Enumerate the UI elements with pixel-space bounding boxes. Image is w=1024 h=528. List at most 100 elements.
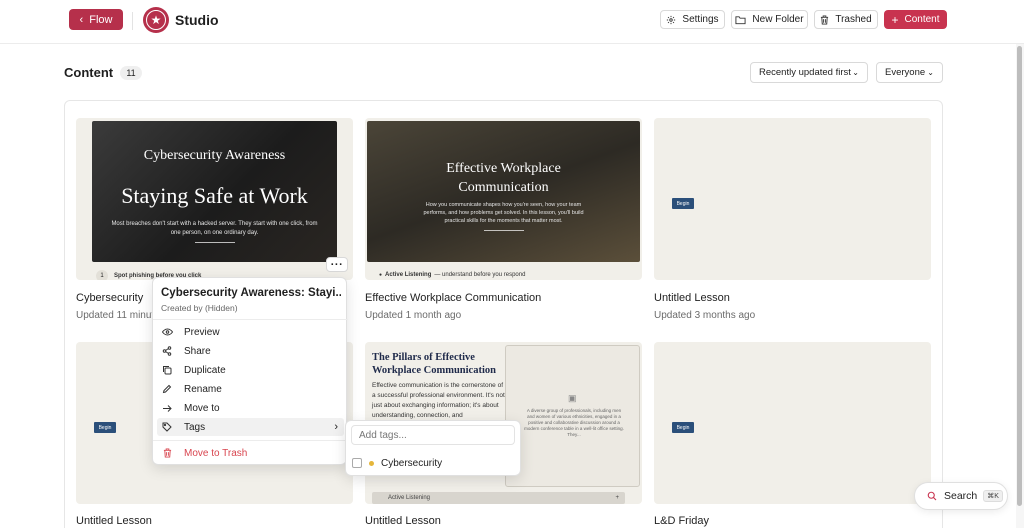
- menu-item-label: Tags: [184, 421, 206, 433]
- menu-item-tags[interactable]: Tags ›: [157, 418, 344, 436]
- slide-body: Most breaches don't start with a hacked …: [111, 221, 318, 236]
- studio-logo: ★: [143, 7, 169, 33]
- card-title[interactable]: Untitled Lesson: [365, 515, 642, 527]
- content-button-label: Content: [904, 14, 940, 25]
- image-icon: ▣: [568, 393, 577, 403]
- card-title[interactable]: L&D Friday: [654, 515, 931, 527]
- copy-icon: [160, 365, 174, 375]
- begin-button: Begin: [672, 422, 694, 433]
- card-context-menu: Cybersecurity Awareness: Stayi... Create…: [152, 277, 348, 465]
- doc-footer-bar: Active Listening +: [372, 492, 625, 504]
- tag-option-cybersecurity[interactable]: Cybersecurity: [352, 454, 516, 472]
- sort-dropdown[interactable]: Recently updated first ⌄: [750, 62, 868, 83]
- bullet-dot-icon: ●: [379, 272, 383, 278]
- slide-headline: Staying Safe at Work: [121, 183, 308, 208]
- card-updated: Updated 11 minut: [76, 310, 152, 321]
- card-title[interactable]: Untitled Lesson: [654, 292, 931, 304]
- chevron-down-icon: ⌄: [927, 68, 934, 77]
- new-folder-label: New Folder: [752, 14, 804, 25]
- content-card-thumbnail[interactable]: Effective Workplace Communication How yo…: [365, 118, 642, 280]
- context-menu-title: Cybersecurity Awareness: Stayi...: [161, 287, 341, 299]
- step-number: 1: [96, 270, 108, 280]
- slide-divider: [484, 230, 524, 231]
- footer-label: Active Listening: [388, 495, 431, 501]
- menu-item-duplicate[interactable]: Duplicate: [157, 361, 344, 379]
- card-title[interactable]: Cybersecurity: [76, 292, 152, 304]
- add-content-button[interactable]: + Content: [884, 10, 947, 29]
- card-title[interactable]: Effective Workplace Communication: [365, 292, 642, 304]
- gear-icon: [667, 15, 676, 24]
- slide-divider: [195, 242, 235, 243]
- slide-title: Cybersecurity Awareness: [143, 148, 286, 163]
- eye-icon: [160, 328, 174, 336]
- slide-title: Effective Workplace Communication: [446, 161, 561, 195]
- begin-button: Begin: [672, 198, 694, 209]
- new-folder-button[interactable]: New Folder: [731, 10, 808, 29]
- settings-label: Settings: [682, 14, 719, 25]
- content-card-thumbnail[interactable]: Begin: [654, 342, 931, 504]
- image-caption: A diverse group of professionals, includ…: [524, 408, 624, 437]
- brand-title: Studio: [175, 12, 219, 28]
- menu-item-label: Rename: [184, 383, 222, 395]
- menu-item-preview[interactable]: Preview: [157, 323, 344, 341]
- chevron-left-icon: ‹: [79, 13, 84, 26]
- page-title: Content: [64, 65, 114, 80]
- search-shortcut: ⌘K: [983, 490, 1003, 502]
- content-count-badge: 11: [120, 66, 142, 80]
- trashed-label: Trashed: [835, 14, 872, 25]
- slide-body: How you communicate shapes how you're se…: [423, 202, 584, 224]
- card-updated: Updated 1 month ago: [365, 310, 462, 321]
- chevron-down-icon: ⌄: [852, 68, 859, 77]
- folder-icon: [735, 15, 746, 24]
- menu-item-label: Move to Trash: [184, 447, 248, 459]
- slide-footer: ● Active Listening — understand before y…: [379, 272, 525, 278]
- begin-button: Begin: [94, 422, 116, 433]
- menu-item-label: Duplicate: [184, 364, 226, 376]
- card-title[interactable]: Untitled Lesson: [76, 515, 353, 527]
- sort-dropdown-label: Recently updated first: [759, 67, 851, 78]
- scrollbar-thumb[interactable]: [1017, 46, 1022, 506]
- menu-item-label: Preview: [184, 326, 220, 338]
- menu-item-move-to-trash[interactable]: Move to Trash: [157, 444, 344, 462]
- content-card-thumbnail[interactable]: Begin: [654, 118, 931, 280]
- settings-button[interactable]: Settings: [660, 10, 725, 29]
- menu-item-rename[interactable]: Rename: [157, 380, 344, 398]
- menu-divider: [153, 440, 348, 441]
- star-icon: ★: [146, 10, 166, 30]
- search-icon: [927, 491, 937, 501]
- card-more-options-button[interactable]: ···: [326, 257, 348, 272]
- menu-item-label: Share: [184, 345, 211, 357]
- slide-preview: Effective Workplace Communication How yo…: [367, 121, 640, 262]
- tag-icon: [160, 422, 174, 432]
- share-icon: [160, 346, 174, 356]
- doc-body: Effective communication is the cornersto…: [372, 382, 505, 419]
- footer-text: — understand before you respond: [434, 272, 526, 278]
- content-card-thumbnail[interactable]: Cybersecurity Awareness Staying Safe at …: [76, 118, 353, 280]
- owner-filter-label: Everyone: [885, 67, 926, 78]
- card-updated: Updated 3 months ago: [654, 310, 756, 321]
- more-horizontal-icon: ···: [330, 258, 344, 271]
- search-button[interactable]: Search ⌘K: [914, 482, 1008, 510]
- page-scrollbar[interactable]: [1016, 44, 1024, 528]
- plus-icon: +: [615, 495, 619, 501]
- menu-item-share[interactable]: Share: [157, 342, 344, 360]
- footer-label: Active Listening: [385, 272, 432, 278]
- flow-back-button[interactable]: ‹ Flow: [69, 9, 123, 30]
- tag-color-dot: [369, 460, 374, 466]
- tag-checkbox[interactable]: [352, 458, 362, 468]
- tags-submenu: Cybersecurity: [345, 420, 521, 476]
- arrow-right-icon: [160, 404, 174, 413]
- pencil-icon: [160, 384, 174, 394]
- owner-filter-dropdown[interactable]: Everyone ⌄: [876, 62, 943, 83]
- top-bar: ‹ Flow ★ Studio Settings New Folder Tras…: [0, 0, 1024, 44]
- trashed-button[interactable]: Trashed: [814, 10, 878, 29]
- header-divider: [132, 12, 133, 30]
- plus-icon: +: [891, 12, 899, 27]
- menu-divider: [153, 319, 348, 320]
- add-tags-input[interactable]: [351, 425, 515, 445]
- flow-button-label: Flow: [89, 13, 113, 26]
- menu-item-move-to[interactable]: Move to: [157, 399, 344, 417]
- search-label: Search: [944, 490, 978, 502]
- menu-item-label: Move to: [184, 402, 220, 414]
- trash-icon: [160, 448, 174, 458]
